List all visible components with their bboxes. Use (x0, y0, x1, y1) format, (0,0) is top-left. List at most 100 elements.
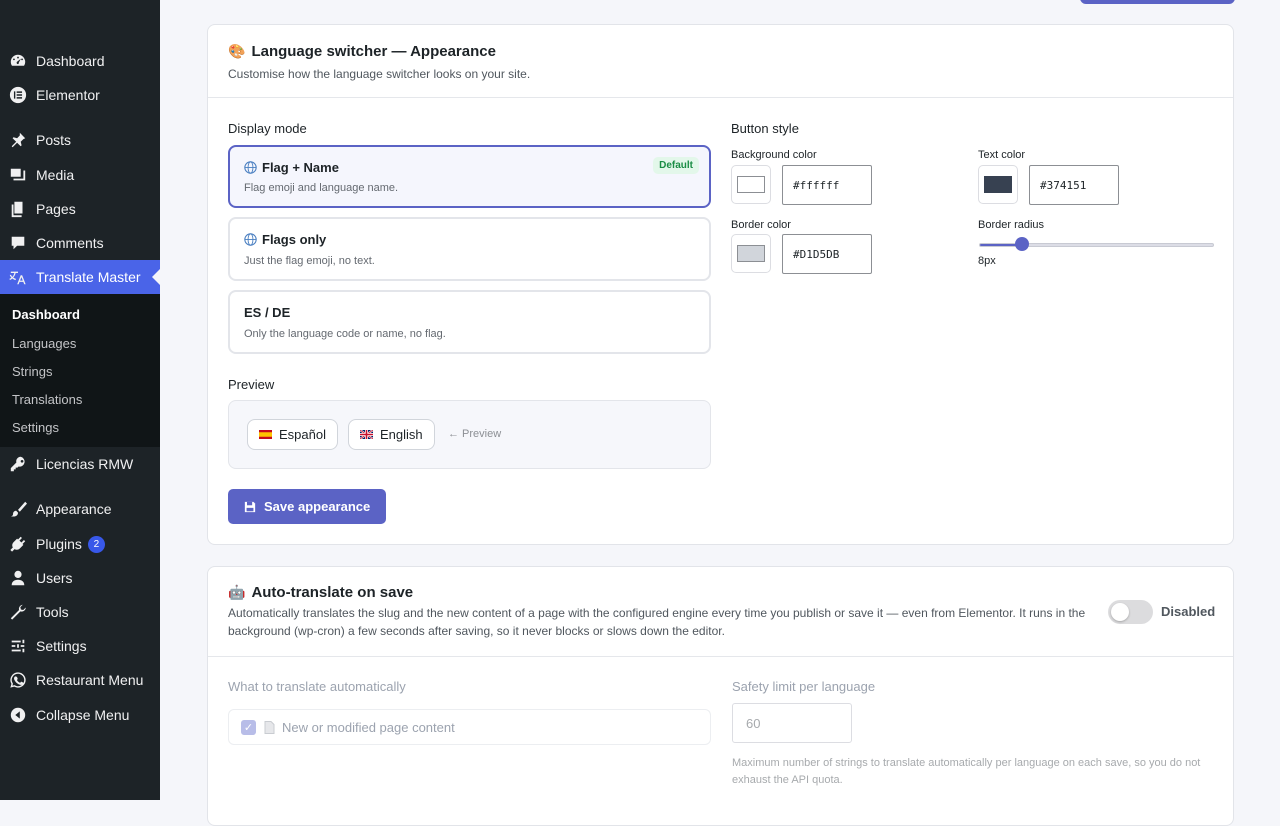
submenu-item-translations[interactable]: Translations (12, 392, 82, 407)
sidebar-item-translate-master[interactable]: Translate Master (0, 260, 160, 294)
option-title-text: Flag + Name (262, 160, 339, 175)
appearance-card-title: 🎨 Language switcher — Appearance (228, 43, 496, 60)
whatsapp-icon (0, 671, 36, 689)
sidebar-item-tools[interactable]: Tools (0, 595, 160, 629)
autotranslate-card-title: 🤖 Auto-translate on save (228, 584, 413, 601)
submenu-item-languages[interactable]: Languages (12, 336, 76, 351)
sidebar-item-settings[interactable]: Settings (0, 629, 160, 663)
sidebar-item-label: Media (36, 167, 75, 183)
option-title: Flags only (244, 232, 326, 247)
sidebar-item-label: Users (36, 570, 73, 586)
translate-content-label: New or modified page content (282, 719, 455, 735)
sidebar-item-appearance[interactable]: Appearance (0, 492, 160, 526)
display-mode-option-code[interactable]: ES / DE Only the language code or name, … (228, 290, 711, 354)
sidebar-item-elementor[interactable]: Elementor (0, 78, 160, 112)
autotranslate-card: 🤖 Auto-translate on save Automatically t… (207, 566, 1234, 826)
default-badge: Default (653, 157, 699, 174)
appearance-card: 🎨 Language switcher — Appearance Customi… (207, 24, 1234, 545)
text-color-input[interactable]: #374151 (1029, 165, 1119, 205)
sidebar-item-label: Settings (36, 638, 87, 654)
background-color-swatch[interactable] (731, 165, 771, 204)
option-desc: Flag emoji and language name. (244, 182, 399, 194)
safety-limit-label: Safety limit per language (732, 679, 876, 694)
preview-box: Español English ← Preview (228, 400, 711, 469)
brush-icon (0, 500, 36, 518)
top-action-button[interactable] (1080, 0, 1235, 4)
save-appearance-button[interactable]: Save appearance (228, 489, 387, 524)
media-icon (0, 166, 36, 184)
sidebar-item-label: Restaurant Menu (36, 672, 144, 688)
sidebar-item-label: Translate Master (36, 269, 141, 285)
display-mode-option-flag-name[interactable]: Flag + Name Flag emoji and language name… (228, 145, 711, 208)
submenu-item-strings[interactable]: Strings (12, 364, 52, 379)
what-to-translate-label: What to translate automatically (228, 679, 406, 694)
uk-flag-icon (360, 430, 373, 439)
display-mode-label: Display mode (228, 121, 307, 136)
comment-icon (0, 234, 36, 252)
translate-master-submenu: Dashboard Languages Strings Translations… (0, 294, 160, 447)
sidebar-item-label: Tools (36, 604, 69, 620)
sidebar-item-dashboard[interactable]: Dashboard (0, 44, 160, 78)
preview-button-label: Español (279, 427, 326, 442)
safety-limit-input[interactable]: 60 (732, 703, 852, 743)
sidebar-item-plugins[interactable]: Plugins 2 (0, 527, 160, 561)
robot-icon: 🤖 (228, 584, 246, 600)
admin-sidebar: Dashboard Elementor Posts Media Pages Co… (0, 0, 160, 800)
button-style-label: Button style (731, 121, 799, 136)
preview-button-espanol[interactable]: Español (247, 419, 338, 450)
border-radius-slider[interactable] (979, 237, 1214, 251)
key-icon (0, 455, 36, 473)
option-title-text: Flags only (262, 232, 327, 247)
sidebar-item-media[interactable]: Media (0, 158, 160, 192)
sidebar-item-users[interactable]: Users (0, 561, 160, 595)
autotranslate-toggle[interactable] (1108, 600, 1153, 624)
document-icon (264, 720, 275, 734)
text-color-swatch[interactable] (978, 165, 1018, 204)
background-color-input[interactable]: #ffffff (782, 165, 872, 205)
pin-icon (0, 131, 36, 149)
submenu-item-dashboard[interactable]: Dashboard (12, 307, 80, 322)
sidebar-item-label: Comments (36, 235, 104, 251)
user-icon (0, 569, 36, 587)
autotranslate-description: Automatically translates the slug and th… (228, 606, 1086, 638)
border-radius-label: Border radius (978, 219, 1045, 231)
sidebar-item-licencias[interactable]: Licencias RMW (0, 447, 160, 481)
appearance-divider (208, 97, 1233, 98)
sidebar-collapse-menu[interactable]: Collapse Menu (0, 698, 160, 732)
autotranslate-title-text: Auto-translate on save (251, 584, 414, 601)
sidebar-item-comments[interactable]: Comments (0, 226, 160, 260)
floppy-icon (244, 501, 256, 513)
submenu-item-settings[interactable]: Settings (12, 420, 59, 435)
autotranslate-divider (208, 656, 1233, 657)
slider-thumb[interactable] (1014, 237, 1029, 251)
safety-limit-help: Maximum number of strings to translate a… (732, 757, 1201, 786)
sidebar-item-restaurant-menu[interactable]: Restaurant Menu (0, 663, 160, 697)
display-mode-option-flags-only[interactable]: Flags only Just the flag emoji, no text. (228, 217, 711, 281)
plugin-icon (0, 535, 36, 553)
translate-content-option[interactable]: ✓ New or modified page content (228, 709, 711, 745)
sidebar-item-label: Posts (36, 132, 72, 148)
preview-note: ← Preview (448, 428, 502, 440)
dashboard-icon (0, 52, 36, 70)
pages-icon (0, 200, 36, 218)
sidebar-item-posts[interactable]: Posts (0, 123, 160, 157)
globe-icon (244, 233, 257, 246)
palette-icon: 🎨 (228, 43, 246, 59)
sidebar-item-pages[interactable]: Pages (0, 192, 160, 226)
autotranslate-toggle-label: Disabled (1161, 604, 1216, 619)
translate-content-checkbox[interactable]: ✓ (241, 719, 256, 735)
appearance-title-text: Language switcher — Appearance (251, 43, 496, 60)
sidebar-item-label: Pages (36, 201, 76, 217)
border-color-input[interactable]: #D1D5DB (782, 234, 872, 274)
sidebar-item-label: Plugins (36, 536, 82, 552)
option-desc: Just the flag emoji, no text. (244, 255, 375, 267)
collapse-icon (0, 706, 36, 724)
option-title: Flag + Name (244, 160, 339, 175)
text-color-label: Text color (978, 149, 1026, 161)
save-button-label: Save appearance (264, 499, 371, 514)
preview-button-english[interactable]: English (348, 419, 435, 450)
border-color-swatch[interactable] (731, 234, 771, 273)
border-radius-value: 8px (978, 255, 996, 267)
sidebar-item-label: Licencias RMW (36, 456, 134, 472)
preview-label: Preview (228, 377, 275, 392)
